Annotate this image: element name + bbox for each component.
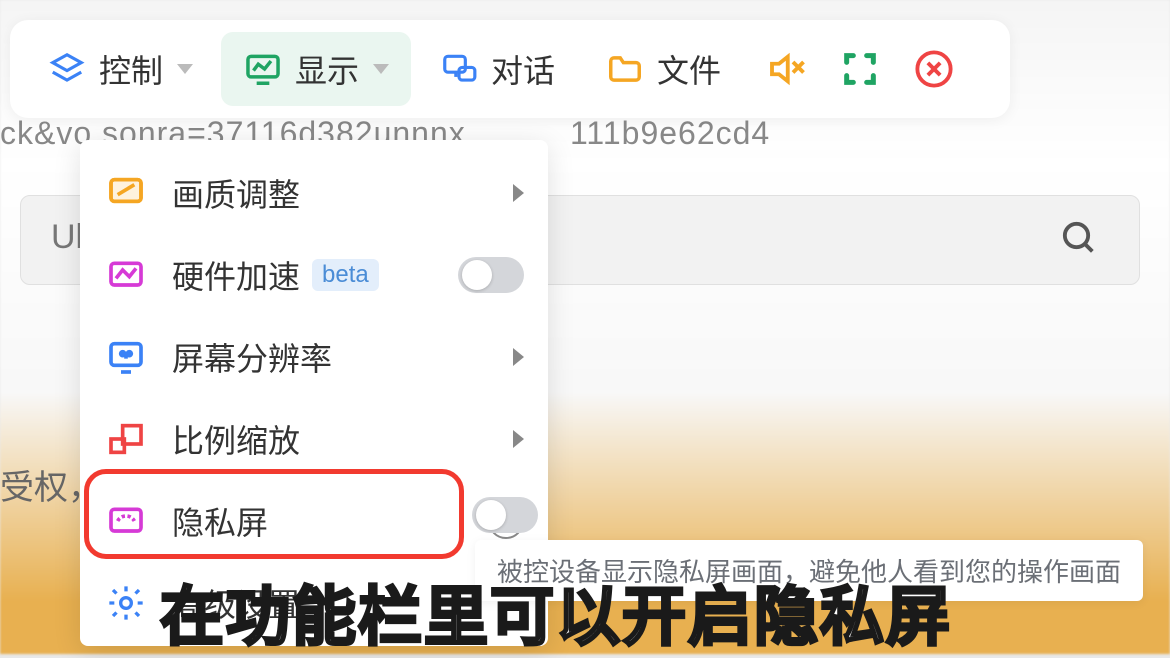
dd-scale[interactable]: 比例缩放 [80,398,548,480]
chevron-right-icon [513,348,524,366]
toolbar-chat-label: 对话 [491,46,555,92]
toolbar-chat[interactable]: 对话 [417,32,577,106]
resolution-icon [104,335,148,379]
quality-icon [104,171,148,215]
chat-icon [439,49,479,89]
dd-resolution-label: 屏幕分辨率 [172,334,332,380]
chevron-right-icon [513,184,524,202]
toolbar-control[interactable]: 控制 [25,32,215,106]
toolbar-display-label: 显示 [295,46,359,92]
video-caption: 在功能栏里可以开启隐私屏 [160,566,952,658]
dd-hwaccel[interactable]: 硬件加速 beta [80,234,548,316]
privacy-toggle[interactable] [472,497,538,533]
hwaccel-toggle[interactable] [458,257,524,293]
dd-resolution[interactable]: 屏幕分辨率 [80,316,548,398]
dd-quality-label: 画质调整 [172,170,300,216]
toolbar-control-label: 控制 [99,46,163,92]
layers-icon [47,49,87,89]
folder-icon [605,49,645,89]
gear-icon [104,581,148,625]
close-button[interactable] [909,44,959,94]
dd-privacy-label: 隐私屏 [172,498,268,544]
monitor-chart-icon [243,49,283,89]
toolbar: 控制 显示 对话 文件 [10,20,1010,118]
scale-icon [104,417,148,461]
toolbar-file[interactable]: 文件 [583,32,743,106]
bg-url-fragment-right: 111b9e62cd4 [570,115,770,152]
fullscreen-button[interactable] [835,44,885,94]
chevron-down-icon [373,64,389,74]
search-icon[interactable] [1059,218,1099,263]
chevron-down-icon [177,64,193,74]
toolbar-file-label: 文件 [657,46,721,92]
dd-hwaccel-label: 硬件加速 [172,252,300,298]
dd-scale-label: 比例缩放 [172,416,300,462]
dd-quality[interactable]: 画质调整 [80,152,548,234]
mute-button[interactable] [761,44,811,94]
chevron-right-icon [513,430,524,448]
privacy-screen-icon [104,499,148,543]
hwaccel-icon [104,253,148,297]
toolbar-display[interactable]: 显示 [221,32,411,106]
beta-badge: beta [312,259,379,291]
bg-text-ul: Ul [51,218,83,257]
